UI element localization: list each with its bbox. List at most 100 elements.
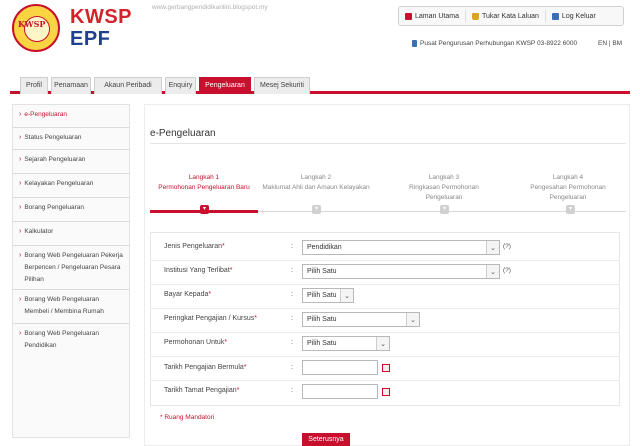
sidebar-item-borang-pendidikan[interactable]: › Borang Web Pengeluaran Pendidikan [13,324,129,358]
mandatory-note: * Ruang Mandatori [160,414,215,421]
help-icon[interactable]: (?) [503,243,511,250]
tab-mesej-sekuriti[interactable]: Mesej Sekuriti [254,77,310,94]
institusi-select[interactable]: Pilih Satu ⌄ [302,264,500,279]
step-1-number: Langkah 1 [188,174,220,181]
sidebar-item-label: Borang Web Pengeluaran Membeli / Membina… [24,296,104,315]
tab-penamaan[interactable]: Penamaan [51,77,91,94]
tab-pengeluaran[interactable]: Pengeluaran [199,77,251,94]
contact-info: Pusat Pengurusan Perhubungan KWSP 03-892… [412,40,577,47]
bayar-kepada-label: Bayar Kepada* [164,291,212,298]
sidebar-item-label: Kalkulator [24,228,54,235]
row-divider [150,284,620,285]
logout-icon [551,12,559,20]
step-4-number: Langkah 4 [552,174,584,181]
jenis-pengeluaran-select[interactable]: Pendidikan ⌄ [302,240,500,255]
sidebar-item-label: Borang Web Pengeluaran Pekerja Berpencen… [24,252,123,283]
sidebar-item-label: Sejarah Pengeluaran [24,156,86,163]
title-divider [150,143,626,144]
brand-kwsp: KWSP [70,6,132,28]
home-link-label: Laman Utama [415,12,459,20]
jenis-pengeluaran-label: Jenis Pengeluaran* [164,243,225,250]
step-3-chevron-icon: ▾ [440,205,449,214]
sidebar-item-sejarah[interactable]: › Sejarah Pengeluaran [13,150,129,174]
sidebar-item-borang-rumah[interactable]: › Borang Web Pengeluaran Membeli / Membi… [13,290,129,324]
language-switch[interactable]: EN | BM [598,40,622,47]
sidebar-item-label: Borang Pengeluaran [24,204,84,211]
step-3: Langkah 3 Ringkasan Permohonan Pengeluar… [392,173,496,203]
bayar-kepada-select[interactable]: Pilih Satu ⌄ [302,288,354,303]
row-divider [150,380,620,381]
next-button[interactable]: Seterusnya [302,433,350,446]
permohonan-untuk-label: Permohonan Untuk* [164,339,228,346]
colon: : [291,291,293,298]
step-4-label: Pengesahan Permohonan Pengeluaran [530,184,606,201]
step-1: Langkah 1 Permohonan Pengeluaran Baru [154,173,254,193]
phone-icon [412,40,417,47]
sidebar-item-status[interactable]: › Status Pengeluaran [13,128,129,150]
arrow-right-icon: › [19,180,22,187]
step-1-label: Permohonan Pengeluaran Baru [158,184,250,191]
help-icon[interactable]: (?) [503,267,511,274]
row-divider [150,308,620,309]
arrow-right-icon: › [19,134,22,141]
arrow-right-icon: › [19,330,22,337]
page-title: e-Pengeluaran [150,128,216,139]
brand-epf: EPF [70,28,111,50]
permohonan-untuk-select[interactable]: Pilih Satu ⌄ [302,336,390,351]
step-2-label: Maklumat Ahli dan Amaun Kelayakan [262,184,370,191]
arrow-right-icon: › [19,228,22,235]
logout-label: Log Keluar [561,12,596,20]
arrow-right-icon: › [19,296,22,303]
tarikh-tamat-input[interactable] [302,384,378,399]
contact-text: Pusat Pengurusan Perhubungan KWSP 03-892… [420,40,578,47]
chevron-down-icon: ⌄ [406,313,419,326]
sidebar-item-borang[interactable]: › Borang Pengeluaran [13,198,129,222]
tab-profil[interactable]: Profil [20,77,48,94]
sidebar-item-borang-pesara[interactable]: › Borang Web Pengeluaran Pekerja Berpenc… [13,246,129,290]
logo-text: KWSP [18,19,46,29]
sidebar-item-kalkulator[interactable]: › Kalkulator [13,222,129,246]
step-1-chevron-icon: ▾ [200,205,209,214]
change-password-link[interactable]: Tukar Kata Laluan [466,10,546,22]
colon: : [291,243,293,250]
home-icon [405,12,412,20]
sidebar-item-e-pengeluaran[interactable]: › e-Pengeluaran [13,105,129,128]
tarikh-tamat-label: Tarikh Tamat Pengajian* [164,387,240,394]
logout-link[interactable]: Log Keluar [546,10,602,22]
row-divider [150,356,620,357]
step-2: Langkah 2 Maklumat Ahli dan Amaun Kelaya… [262,173,370,193]
chevron-down-icon: ⌄ [486,265,499,278]
arrow-right-icon: › [19,156,22,163]
peringkat-pengajian-select[interactable]: Pilih Satu ⌄ [302,312,420,327]
chevron-down-icon: ⌄ [340,289,353,302]
step-2-chevron-icon: ▾ [312,205,321,214]
sidebar: › e-Pengeluaran › Status Pengeluaran › S… [12,104,130,438]
tarikh-mula-input[interactable] [302,360,378,375]
step-4: Langkah 4 Pengesahan Permohonan Pengelua… [516,173,620,203]
chevron-down-icon: ⌄ [486,241,499,254]
calendar-icon[interactable] [382,364,390,372]
colon: : [291,387,293,394]
tab-akaun-peribadi[interactable]: Akaun Peribadi [94,77,162,94]
change-password-label: Tukar Kata Laluan [481,12,539,20]
institusi-label: Institusi Yang Terlibat* [164,267,233,274]
sidebar-item-kelayakan[interactable]: › Kelayakan Pengeluaran [13,174,129,198]
step-2-number: Langkah 2 [300,174,332,181]
lock-icon [471,12,479,20]
step-4-chevron-icon: ▾ [566,205,575,214]
calendar-icon[interactable] [382,388,390,396]
colon: : [291,267,293,274]
top-links: Laman Utama Tukar Kata Laluan Log Keluar [398,6,624,26]
sidebar-item-label: Borang Web Pengeluaran Pendidikan [24,330,100,349]
chevron-down-icon: ⌄ [376,337,389,350]
tarikh-mula-label: Tarikh Pengajian Bermula* [164,364,247,371]
colon: : [291,364,293,371]
sidebar-item-label: Kelayakan Pengeluaran [24,180,94,187]
row-divider [150,332,620,333]
home-link[interactable]: Laman Utama [399,10,466,22]
tab-enquiry[interactable]: Enquiry [165,77,196,94]
colon: : [291,315,293,322]
arrow-right-icon: › [19,111,22,118]
peringkat-pengajian-label: Peringkat Pengajian / Kursus* [164,315,258,322]
row-divider [150,260,620,261]
